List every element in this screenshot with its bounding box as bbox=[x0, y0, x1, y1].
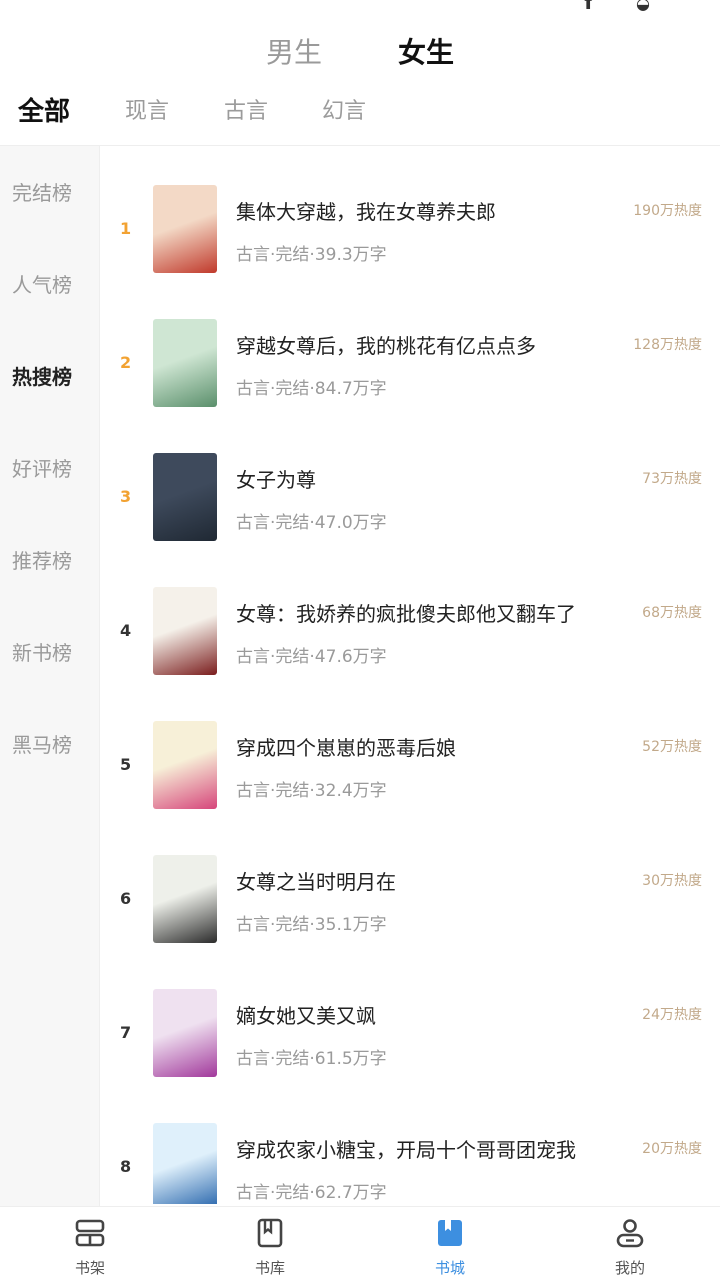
tab-all[interactable]: 全部 bbox=[18, 88, 70, 136]
nav-library[interactable]: 书库 bbox=[180, 1207, 360, 1281]
book-cover[interactable] bbox=[153, 855, 217, 943]
nav-label: 书库 bbox=[254, 1259, 285, 1277]
book-row[interactable]: 4 女尊：我娇养的疯批傻夫郎他又翻车了 古言·完结·47.6万字 68万热度 bbox=[100, 548, 720, 682]
side-item-recommended[interactable]: 推荐榜 bbox=[12, 546, 72, 576]
book-cover[interactable] bbox=[153, 319, 217, 407]
book-meta: 古言·完结·47.6万字 bbox=[236, 647, 387, 667]
status-icons: ⬆ ◒ bbox=[581, 0, 668, 13]
book-heat: 30万热度 bbox=[642, 873, 702, 889]
book-rank: 6 bbox=[120, 889, 132, 908]
tab-modern-romance[interactable]: 现言 bbox=[125, 88, 169, 136]
book-meta: 古言·完结·61.5万字 bbox=[236, 1049, 387, 1069]
book-meta: 古言·完结·84.7万字 bbox=[236, 379, 387, 399]
book-meta: 古言·完结·62.7万字 bbox=[236, 1183, 387, 1203]
book-ranking-list: 1 集体大穿越，我在女尊养夫郎 古言·完结·39.3万字 190万热度 2 穿越… bbox=[100, 146, 720, 1204]
book-row[interactable]: 7 嫡女她又美又飒 古言·完结·61.5万字 24万热度 bbox=[100, 950, 720, 1084]
book-rank: 4 bbox=[120, 621, 132, 640]
book-rank: 3 bbox=[120, 487, 132, 506]
nav-bookstore[interactable]: 书城 bbox=[360, 1207, 540, 1281]
side-item-popular[interactable]: 人气榜 bbox=[12, 270, 72, 300]
tab-female[interactable]: 女生 bbox=[398, 28, 454, 78]
book-heat: 128万热度 bbox=[633, 337, 702, 353]
nav-label: 书架 bbox=[74, 1259, 105, 1277]
bottom-nav: 书架 书库 书城 我的 bbox=[0, 1206, 720, 1281]
book-cover[interactable] bbox=[153, 185, 217, 273]
book-heat: 68万热度 bbox=[642, 605, 702, 621]
side-item-hot-search[interactable]: 热搜榜 bbox=[12, 362, 72, 392]
book-rank: 8 bbox=[120, 1157, 132, 1176]
nav-bookshelf[interactable]: 书架 bbox=[0, 1207, 180, 1281]
book-cover[interactable] bbox=[153, 1123, 217, 1204]
book-heat: 20万热度 bbox=[642, 1141, 702, 1157]
side-item-completed[interactable]: 完结榜 bbox=[12, 178, 72, 208]
profile-icon bbox=[616, 1219, 644, 1248]
book-cover[interactable] bbox=[153, 587, 217, 675]
book-title[interactable]: 女尊：我娇养的疯批傻夫郎他又翻车了 bbox=[236, 598, 576, 627]
book-heat: 73万热度 bbox=[642, 471, 702, 487]
book-row[interactable]: 2 穿越女尊后，我的桃花有亿点点多 古言·完结·84.7万字 128万热度 bbox=[100, 280, 720, 414]
book-title[interactable]: 集体大穿越，我在女尊养夫郎 bbox=[236, 196, 496, 225]
tab-male[interactable]: 男生 bbox=[266, 28, 322, 78]
category-tabs: 全部 现言 古言 幻言 bbox=[0, 88, 720, 138]
book-rank: 2 bbox=[120, 353, 132, 372]
book-title[interactable]: 女尊之当时明月在 bbox=[236, 866, 396, 895]
book-rank: 1 bbox=[120, 219, 132, 238]
status-bar: ⬆ ◒ bbox=[0, 0, 720, 16]
side-item-new-books[interactable]: 新书榜 bbox=[12, 638, 72, 668]
bookshelf-icon bbox=[75, 1219, 105, 1247]
book-row[interactable]: 8 穿成农家小糖宝，开局十个哥哥团宠我 古言·完结·62.7万字 20万热度 bbox=[100, 1084, 720, 1204]
side-item-dark-horse[interactable]: 黑马榜 bbox=[12, 730, 72, 760]
book-heat: 52万热度 bbox=[642, 739, 702, 755]
book-meta: 古言·完结·35.1万字 bbox=[236, 915, 387, 935]
library-icon bbox=[257, 1218, 283, 1248]
book-title[interactable]: 穿成农家小糖宝，开局十个哥哥团宠我 bbox=[236, 1134, 576, 1163]
book-title[interactable]: 嫡女她又美又飒 bbox=[236, 1000, 376, 1029]
nav-label: 我的 bbox=[614, 1259, 645, 1277]
nav-profile[interactable]: 我的 bbox=[540, 1207, 720, 1281]
book-cover[interactable] bbox=[153, 989, 217, 1077]
book-cover[interactable] bbox=[153, 721, 217, 809]
gender-tabs: 男生 女生 bbox=[0, 28, 720, 78]
side-item-top-rated[interactable]: 好评榜 bbox=[12, 454, 72, 484]
book-row[interactable]: 6 女尊之当时明月在 古言·完结·35.1万字 30万热度 bbox=[100, 816, 720, 950]
book-rank: 5 bbox=[120, 755, 132, 774]
book-heat: 190万热度 bbox=[633, 203, 702, 219]
book-cover[interactable] bbox=[153, 453, 217, 541]
book-meta: 古言·完结·32.4万字 bbox=[236, 781, 387, 801]
book-rank: 7 bbox=[120, 1023, 132, 1042]
book-title[interactable]: 穿越女尊后，我的桃花有亿点点多 bbox=[236, 330, 536, 359]
ranking-side-menu: 完结榜 人气榜 热搜榜 好评榜 推荐榜 新书榜 黑马榜 bbox=[0, 146, 99, 1206]
book-meta: 古言·完结·47.0万字 bbox=[236, 513, 387, 533]
tab-ancient-romance[interactable]: 古言 bbox=[224, 88, 268, 136]
book-heat: 24万热度 bbox=[642, 1007, 702, 1023]
book-meta: 古言·完结·39.3万字 bbox=[236, 245, 387, 265]
tab-fantasy-romance[interactable]: 幻言 bbox=[322, 88, 366, 136]
bookstore-icon bbox=[438, 1220, 462, 1246]
book-row[interactable]: 5 穿成四个崽崽的恶毒后娘 古言·完结·32.4万字 52万热度 bbox=[100, 682, 720, 816]
book-row[interactable]: 3 女子为尊 古言·完结·47.0万字 73万热度 bbox=[100, 414, 720, 548]
nav-label: 书城 bbox=[434, 1259, 465, 1277]
book-row[interactable]: 1 集体大穿越，我在女尊养夫郎 古言·完结·39.3万字 190万热度 bbox=[100, 146, 720, 280]
book-title[interactable]: 女子为尊 bbox=[236, 464, 316, 493]
book-title[interactable]: 穿成四个崽崽的恶毒后娘 bbox=[236, 732, 456, 761]
